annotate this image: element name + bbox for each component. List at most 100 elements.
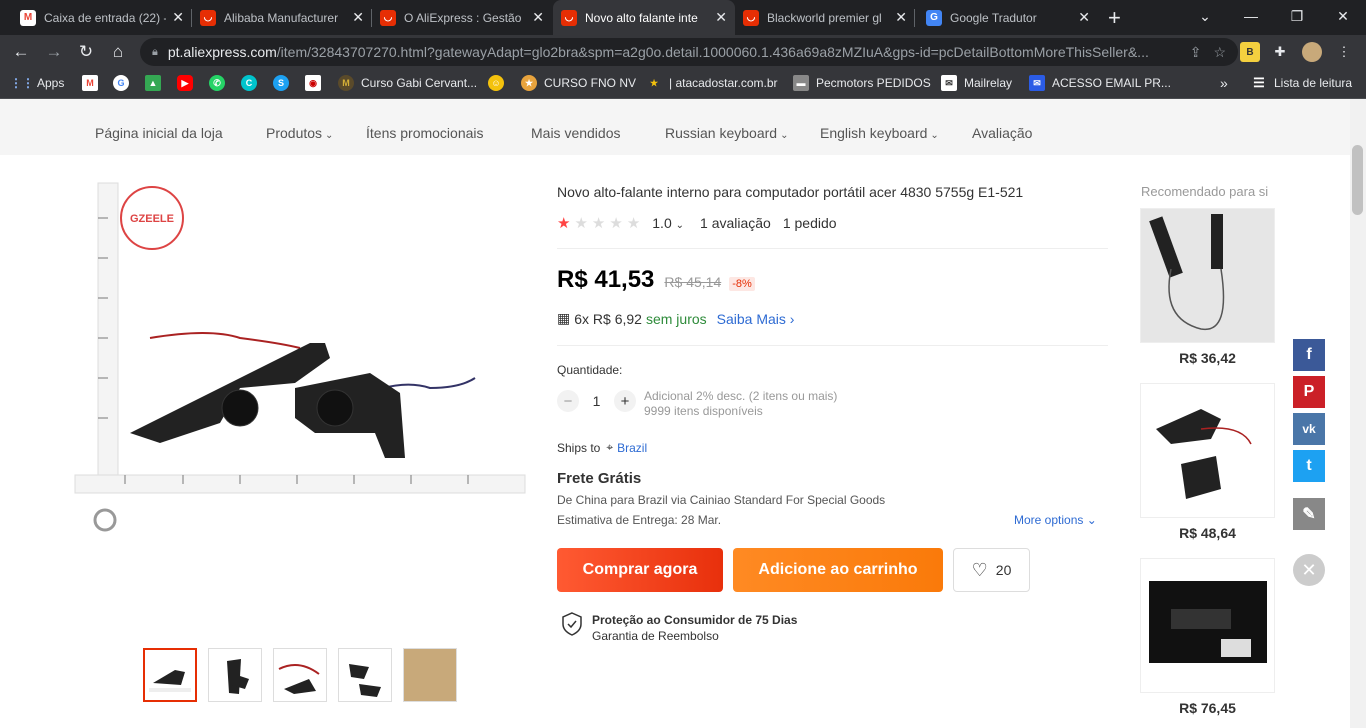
thumbnail-5[interactable] bbox=[403, 648, 457, 702]
tab-gmail[interactable]: M Caixa de entrada (22) - ✕ bbox=[12, 0, 192, 35]
shipping-route: De China para Brazil via Cainiao Standar… bbox=[557, 493, 886, 507]
bookmark-acesso-email[interactable]: ✉ ACESSO EMAIL PR... bbox=[1029, 75, 1171, 91]
close-tab-icon[interactable]: ✕ bbox=[715, 9, 727, 26]
nav-store-home[interactable]: Página inicial da loja bbox=[95, 125, 223, 141]
more-options-link[interactable]: More options ⌄ bbox=[1014, 513, 1097, 527]
close-tab-icon[interactable]: ✕ bbox=[532, 9, 544, 26]
twitter-share-icon[interactable]: t bbox=[1293, 450, 1325, 482]
back-icon[interactable]: ← bbox=[8, 39, 34, 65]
thumbnail-1[interactable] bbox=[143, 648, 197, 702]
extensions-puzzle-icon[interactable]: ✚ bbox=[1270, 42, 1290, 62]
tab-alibaba[interactable]: ◡ Alibaba Manufacturer ✕ bbox=[192, 0, 372, 35]
tab-blackworld[interactable]: ◡ Blackworld premier gl ✕ bbox=[735, 0, 915, 35]
recommended-item-3[interactable] bbox=[1140, 558, 1275, 693]
home-icon[interactable]: ⌂ bbox=[105, 39, 131, 65]
decrease-button[interactable]: − bbox=[557, 390, 579, 412]
nav-label: Russian keyboard bbox=[665, 125, 778, 141]
bookmark-site[interactable]: ◉ bbox=[305, 75, 328, 91]
thumbnail-2[interactable] bbox=[208, 648, 262, 702]
quantity-stepper: − 1 + bbox=[557, 390, 636, 412]
review-count[interactable]: 1 avaliação bbox=[700, 215, 771, 231]
ship-country-link[interactable]: Brazil bbox=[617, 441, 647, 455]
bookmark-curso-gabi[interactable]: M Curso Gabi Cervant... bbox=[338, 75, 477, 91]
url-text[interactable]: pt.aliexpress.com/item/32843707270.html?… bbox=[168, 44, 1178, 60]
curso-icon: M bbox=[338, 75, 354, 91]
bookmark-atacadostar[interactable]: ★ | atacadostar.com.br bbox=[646, 75, 778, 91]
vk-share-icon[interactable]: vk bbox=[1293, 413, 1325, 445]
more-bookmarks-icon[interactable]: » bbox=[1220, 75, 1228, 91]
thumbnail-3[interactable] bbox=[273, 648, 327, 702]
price-row: R$ 41,53 R$ 45,14 -8% bbox=[557, 266, 755, 294]
brand-stamp-text: GZEELE bbox=[130, 213, 174, 225]
new-tab-icon[interactable]: + bbox=[1108, 5, 1121, 31]
close-tab-icon[interactable]: ✕ bbox=[352, 9, 364, 26]
add-to-cart-button[interactable]: Adicione ao carrinho bbox=[733, 548, 943, 592]
share-icon[interactable]: ⇪ bbox=[1190, 44, 1202, 61]
delivery-estimate: Estimativa de Entrega: 28 Mar. bbox=[557, 513, 722, 527]
increase-button[interactable]: + bbox=[614, 390, 636, 412]
bookmark-whatsapp[interactable]: ✆ bbox=[209, 75, 232, 91]
bookmark-google[interactable]: G bbox=[113, 75, 136, 91]
location-pin-icon: ⌖ bbox=[606, 440, 614, 454]
nav-english-keyboard[interactable]: English keyboard ⌄ bbox=[820, 125, 939, 141]
nav-reviews[interactable]: Avaliação bbox=[972, 125, 1032, 141]
minimize-icon[interactable]: — bbox=[1228, 0, 1274, 32]
edit-pencil-icon[interactable]: ✎ bbox=[1293, 498, 1325, 530]
installments-row: ▦ 6x R$ 6,92 sem juros Saiba Mais › bbox=[557, 310, 794, 327]
lock-icon: 🔒︎ bbox=[152, 45, 158, 58]
thumbnail-4[interactable] bbox=[338, 648, 392, 702]
recommended-item-2[interactable] bbox=[1140, 383, 1275, 518]
bookmark-gmail[interactable]: M bbox=[82, 75, 105, 91]
close-tab-icon[interactable]: ✕ bbox=[1078, 9, 1090, 26]
reading-list[interactable]: ☰ Lista de leitura bbox=[1251, 75, 1352, 91]
bookmark-canva[interactable]: C bbox=[241, 75, 264, 91]
curso-fno-icon: ★ bbox=[521, 75, 537, 91]
address-bar[interactable]: 🔒︎ pt.aliexpress.com/item/32843707270.ht… bbox=[140, 38, 1238, 66]
close-window-icon[interactable]: ✕ bbox=[1320, 0, 1366, 32]
reload-icon[interactable]: ↻ bbox=[73, 39, 99, 65]
nav-label: Produtos bbox=[266, 125, 323, 141]
profile-avatar[interactable] bbox=[1302, 42, 1322, 62]
scrollbar-thumb[interactable] bbox=[1352, 145, 1363, 215]
rating-value[interactable]: 1.0 ⌄ bbox=[652, 215, 684, 231]
buy-now-button[interactable]: Comprar agora bbox=[557, 548, 723, 592]
ships-to-label: Ships to bbox=[557, 440, 601, 455]
tab-search-icon[interactable]: ⌄ bbox=[1182, 0, 1228, 32]
nav-products[interactable]: Produtos ⌄ bbox=[266, 125, 333, 141]
rating-row: ★ ★ ★ ★ ★ 1.0 ⌄ 1 avaliação 1 pedido bbox=[557, 214, 837, 232]
bookmark-drive[interactable]: ▲ bbox=[145, 75, 168, 91]
nav-russian-keyboard[interactable]: Russian keyboard ⌄ bbox=[665, 125, 788, 141]
quantity-value[interactable]: 1 bbox=[579, 393, 614, 409]
recommended-item-1[interactable] bbox=[1140, 208, 1275, 343]
bookmark-apps[interactable]: ⋮⋮ Apps bbox=[10, 75, 64, 91]
bookmark-emoji[interactable]: ☺ bbox=[488, 75, 511, 91]
nav-label: English keyboard bbox=[820, 125, 928, 141]
wishlist-count: 20 bbox=[995, 562, 1012, 578]
wishlist-button[interactable]: ♡ 20 bbox=[953, 548, 1030, 592]
tab-aliexpress-gestao[interactable]: ◡ O AliExpress : Gestão ✕ bbox=[372, 0, 552, 35]
pinterest-share-icon[interactable]: P bbox=[1293, 376, 1325, 408]
bookmark-pecmotors[interactable]: ▬ Pecmotors PEDIDOS bbox=[793, 75, 931, 91]
bookmark-star-icon[interactable]: ☆ bbox=[1213, 44, 1226, 61]
restore-icon[interactable]: ❐ bbox=[1274, 0, 1320, 32]
tab-active-product[interactable]: ◡ Novo alto falante inte ✕ bbox=[553, 0, 735, 35]
tab-title: Caixa de entrada (22) - bbox=[44, 10, 167, 25]
tab-google-translate[interactable]: G Google Tradutor ✕ bbox=[918, 0, 1098, 35]
buyer-protection: Proteção ao Consumidor de 75 Dias Garant… bbox=[562, 612, 797, 644]
bookmark-mailrelay[interactable]: ✉ Mailrelay bbox=[941, 75, 1012, 91]
drive-icon: ▲ bbox=[145, 75, 161, 91]
close-tab-icon[interactable]: ✕ bbox=[172, 9, 184, 26]
close-tab-icon[interactable]: ✕ bbox=[895, 9, 907, 26]
extension-icon[interactable]: B bbox=[1240, 42, 1260, 62]
nav-promo[interactable]: Ítens promocionais bbox=[366, 125, 484, 141]
bookmark-youtube[interactable]: ▶ bbox=[177, 75, 200, 91]
nav-best-sellers[interactable]: Mais vendidos bbox=[531, 125, 621, 141]
menu-kebab-icon[interactable]: ⋮ bbox=[1334, 42, 1354, 62]
bookmark-curso-fno[interactable]: ★ CURSO FNO NV bbox=[521, 75, 636, 91]
product-main-image[interactable]: GZEELE bbox=[70, 178, 530, 548]
forward-icon[interactable]: → bbox=[41, 39, 67, 65]
bookmark-s[interactable]: S bbox=[273, 75, 296, 91]
close-share-icon[interactable]: ✕ bbox=[1293, 554, 1325, 586]
learn-more-link[interactable]: Saiba Mais › bbox=[717, 311, 795, 327]
facebook-share-icon[interactable]: f bbox=[1293, 339, 1325, 371]
